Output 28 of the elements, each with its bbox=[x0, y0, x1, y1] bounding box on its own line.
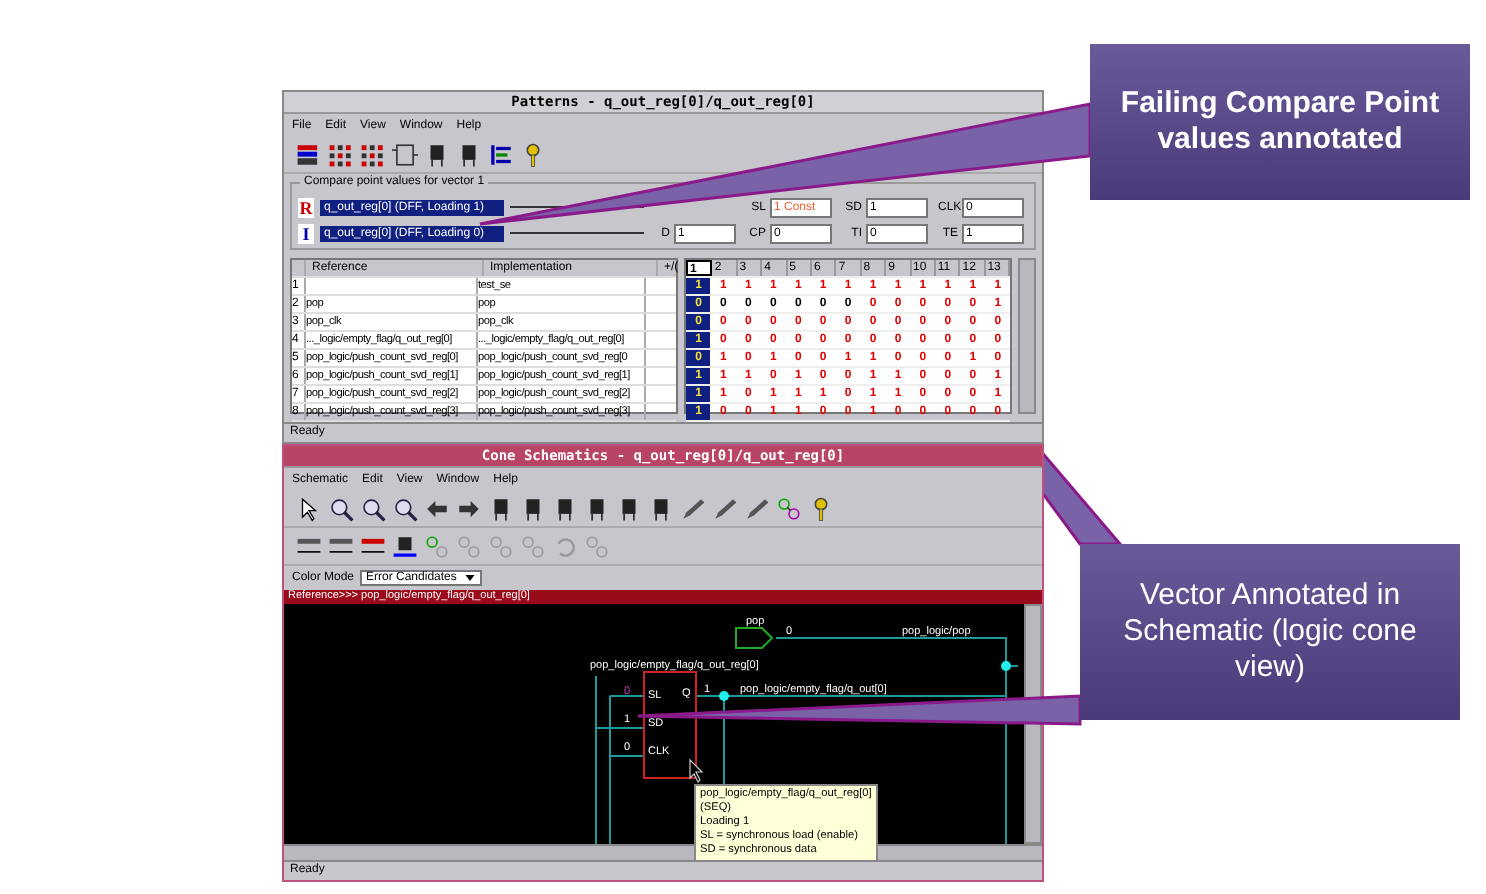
gate-icon[interactable] bbox=[392, 533, 418, 559]
pencil-icon[interactable] bbox=[712, 495, 738, 521]
caret-icon bbox=[464, 572, 477, 584]
junction-dot bbox=[719, 691, 729, 701]
register-cell bbox=[643, 671, 697, 779]
point-tag: I bbox=[298, 223, 314, 243]
junction-dot bbox=[1001, 661, 1011, 671]
zoom-in-icon[interactable] bbox=[328, 495, 354, 521]
flip-flop-icon[interactable] bbox=[392, 141, 418, 167]
zoom-fit-icon[interactable] bbox=[392, 495, 418, 521]
pointer-icon bbox=[689, 758, 704, 783]
list-icon[interactable] bbox=[488, 141, 514, 167]
callout-box: Vector Annotated in Schematic (logic cone view) bbox=[1080, 544, 1460, 720]
zoom-out-icon[interactable] bbox=[360, 495, 386, 521]
pencil-icon[interactable] bbox=[744, 495, 770, 521]
bits-icon[interactable] bbox=[328, 533, 354, 559]
grid-icon[interactable] bbox=[360, 141, 386, 167]
point-tag: R bbox=[298, 197, 314, 217]
input-port bbox=[735, 627, 774, 649]
bits-icon[interactable] bbox=[296, 533, 322, 559]
pencil-icon[interactable] bbox=[680, 495, 706, 521]
scrollbar[interactable] bbox=[1018, 258, 1036, 414]
grid-icon[interactable] bbox=[328, 141, 354, 167]
bars-icon[interactable] bbox=[296, 141, 322, 167]
link-icon[interactable] bbox=[776, 495, 802, 521]
pointer-icon[interactable] bbox=[296, 495, 322, 521]
callout-box: Failing Compare Point values annotated bbox=[1090, 44, 1470, 200]
bits-icon[interactable] bbox=[360, 533, 386, 559]
